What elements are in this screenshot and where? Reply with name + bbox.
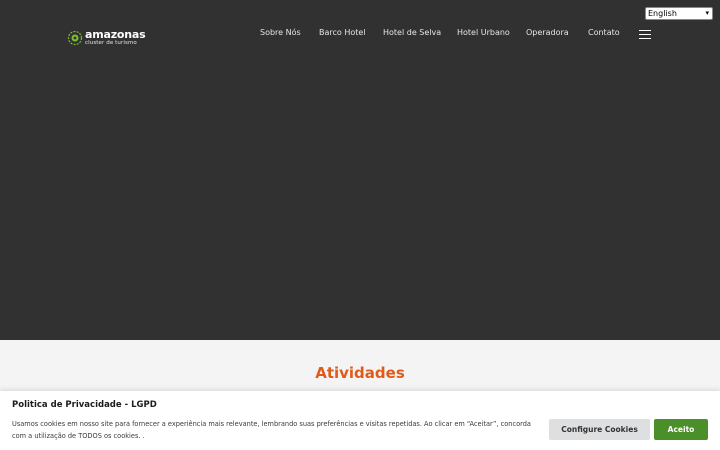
logo-name: amazonas: [85, 28, 146, 42]
hamburger-menu-icon[interactable]: [639, 29, 651, 40]
nav-item-hotel-urbano[interactable]: Hotel Urbano: [457, 28, 510, 37]
section-title: Atividades: [315, 364, 405, 382]
logo-tagline: cluster de turismo: [85, 40, 137, 47]
nav-item-hotel-de-selva[interactable]: Hotel de Selva: [383, 28, 441, 37]
cookie-text: Usamos cookies em nosso site para fornec…: [12, 420, 531, 440]
nav-item-operadora[interactable]: Operadora: [526, 28, 569, 37]
cookie-title: Politica de Privacidade - LGPD: [12, 400, 157, 410]
configure-cookies-button[interactable]: Configure Cookies: [549, 419, 650, 440]
nav-item-contato[interactable]: Contato: [588, 28, 620, 37]
language-select[interactable]: English ▾: [645, 7, 713, 20]
chevron-down-icon: ▾: [705, 9, 709, 17]
nav-item-sobre-nos[interactable]: Sobre Nós: [260, 28, 301, 37]
nav-item-barco-hotel[interactable]: Barco Hotel: [319, 28, 366, 37]
cookie-consent-bar: Politica de Privacidade - LGPD Usamos co…: [0, 391, 720, 450]
accept-cookies-button[interactable]: Aceito: [654, 419, 708, 440]
hero-banner: [0, 0, 720, 340]
language-select-value: English: [648, 9, 677, 18]
site-logo[interactable]: amazonas cluster de turismo: [67, 28, 146, 48]
leaf-cluster-icon: [67, 30, 83, 46]
